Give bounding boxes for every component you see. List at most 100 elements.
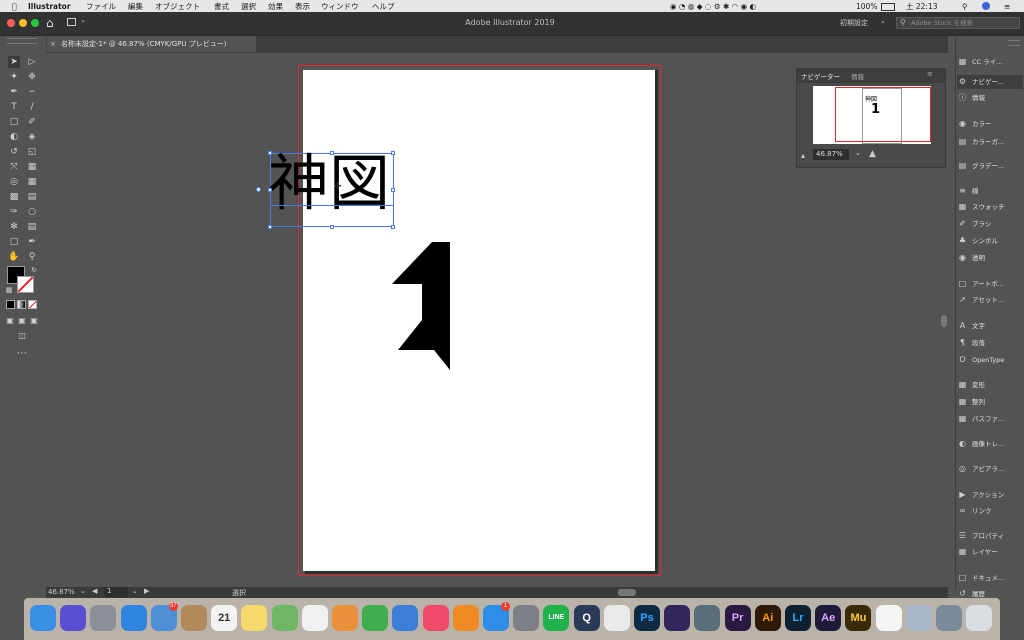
pages-icon[interactable] xyxy=(332,605,358,631)
zoom-in-icon[interactable]: ▲ xyxy=(869,149,876,159)
none-mode-icon[interactable] xyxy=(28,300,37,309)
status-tool-label[interactable]: 選択 xyxy=(232,588,246,598)
panel-menu-icon[interactable]: ≡ xyxy=(927,70,933,78)
user-avatar-icon[interactable] xyxy=(982,2,990,10)
dock-panel-item[interactable]: □ アートボ... xyxy=(957,277,1023,291)
contacts-icon[interactable] xyxy=(181,605,207,631)
home-icon[interactable]: ⌂ xyxy=(46,16,54,30)
tab-navigator[interactable]: ナビゲーター xyxy=(801,71,840,81)
books-icon[interactable] xyxy=(452,605,479,631)
menu-view[interactable]: 表示 xyxy=(295,1,310,12)
shaper-tool-icon[interactable]: ◐ xyxy=(8,131,20,143)
artboard-number-field[interactable]: 1 xyxy=(104,587,128,597)
aftereffects-icon[interactable]: Ae xyxy=(815,605,842,631)
illustrator-icon[interactable]: Ai xyxy=(754,605,781,631)
dock-panel-item[interactable]: ↗ アセット... xyxy=(957,293,1023,307)
muse-icon[interactable]: Mu xyxy=(845,605,872,631)
finder-icon[interactable] xyxy=(30,605,56,631)
app-menu[interactable]: Illustrator xyxy=(28,1,71,12)
notes-icon[interactable] xyxy=(241,605,268,631)
dock-panel-item[interactable]: ♣ シンボル xyxy=(957,234,1023,248)
trash-icon[interactable] xyxy=(966,605,993,631)
selection-handle[interactable] xyxy=(268,188,272,192)
shape-builder-tool-icon[interactable]: ◎ xyxy=(8,176,20,188)
symbol-sprayer-tool-icon[interactable]: ✻ xyxy=(8,221,20,233)
swap-colors-icon[interactable]: ↻ xyxy=(28,264,40,276)
dock-panel-item[interactable]: ✐ ブラシ xyxy=(957,217,1023,231)
perspective-grid-tool-icon[interactable]: ▦ xyxy=(26,176,38,188)
dock-panel-item[interactable]: ∞ リンク xyxy=(957,504,1023,518)
selection-handle[interactable] xyxy=(391,188,395,192)
first-artboard-icon[interactable]: ◀ xyxy=(92,587,97,595)
dock-panel-item[interactable]: ⚙ ナビゲー... xyxy=(957,75,1023,89)
selection-handle[interactable] xyxy=(391,225,395,229)
status-zoom[interactable]: 46.87% xyxy=(48,588,75,596)
menu-help[interactable]: ヘルプ xyxy=(372,1,395,12)
status-icons[interactable]: ◉ ◔ ◍ ◆ ◌ ⚙ ✱ ◠ ◉ ◐ xyxy=(670,1,756,12)
hand-tool-icon[interactable]: ✋ xyxy=(8,251,20,263)
selection-tool-icon[interactable]: ➤ xyxy=(8,56,20,68)
gradient-tool-icon[interactable]: ▤ xyxy=(26,191,38,203)
dock-panel-item[interactable]: □ ドキュメ... xyxy=(957,571,1023,585)
chevron-down-icon[interactable]: ⌄ xyxy=(80,587,86,595)
stock-search-field[interactable]: ⚲ Adobe Stock を検索 xyxy=(896,17,1020,29)
line-icon[interactable]: LINE xyxy=(543,605,570,631)
preview-icon[interactable] xyxy=(905,605,932,631)
magic-wand-tool-icon[interactable]: ✦ xyxy=(8,71,20,83)
rectangle-tool-icon[interactable]: □ xyxy=(8,116,20,128)
line-tool-icon[interactable]: ∕ xyxy=(26,101,38,113)
selection-handle[interactable] xyxy=(330,225,334,229)
notification-center-icon[interactable]: ≡ xyxy=(1004,1,1010,12)
dock-panel-item[interactable]: ▦ CC ライ... xyxy=(957,55,1023,69)
menu-window[interactable]: ウィンドウ xyxy=(321,1,359,12)
canvas-text-object[interactable]: 神図 xyxy=(268,152,390,216)
eraser-tool-icon[interactable]: ◈ xyxy=(26,131,38,143)
dock-panel-item[interactable]: ▤ グラデー... xyxy=(957,159,1023,173)
tab-info[interactable]: 情報 xyxy=(851,71,864,81)
vertical-scrollbar-thumb[interactable] xyxy=(941,315,947,327)
type-tool-icon[interactable]: T xyxy=(8,101,20,113)
chevron-down-icon[interactable]: ⌄ xyxy=(855,149,861,157)
eyedropper-tool-icon[interactable]: ✑ xyxy=(8,206,20,218)
dock-panel-item[interactable]: A 文字 xyxy=(957,319,1023,333)
selection-handle[interactable] xyxy=(268,151,272,155)
menu-select[interactable]: 選択 xyxy=(241,1,256,12)
draw-inside-icon[interactable]: ▣ xyxy=(28,315,40,327)
menu-effect[interactable]: 効果 xyxy=(268,1,283,12)
draw-behind-icon[interactable]: ▣ xyxy=(16,315,28,327)
gamepad-icon[interactable] xyxy=(694,605,721,631)
curvature-tool-icon[interactable]: ∽ xyxy=(26,86,38,98)
text-in-port-icon[interactable] xyxy=(256,187,261,192)
selection-handle[interactable] xyxy=(268,225,272,229)
scale-tool-icon[interactable]: ◱ xyxy=(26,146,38,158)
quicktime-icon[interactable]: Q xyxy=(573,605,600,631)
battery-icon[interactable] xyxy=(881,3,895,11)
dock-panel-item[interactable]: ▦ スウォッチ xyxy=(957,200,1023,214)
keynote-icon[interactable] xyxy=(392,605,419,631)
safari-icon[interactable] xyxy=(120,605,147,631)
chevron-down-icon[interactable]: ⌄ xyxy=(80,16,86,24)
dock-panel-item[interactable]: ◐ 画像トレ... xyxy=(957,437,1023,451)
paintbrush-tool-icon[interactable]: ✐ xyxy=(26,116,38,128)
maps-icon[interactable] xyxy=(271,605,298,631)
calendar-icon[interactable]: 21 xyxy=(211,605,238,631)
toolbar-grip[interactable] xyxy=(7,38,37,44)
zoom-out-icon[interactable]: ▴ xyxy=(801,151,805,160)
chevron-down-icon[interactable]: ⌄ xyxy=(880,17,886,25)
lasso-tool-icon[interactable]: ❉ xyxy=(26,71,38,83)
preferences-icon[interactable] xyxy=(513,605,540,631)
spotlight-icon[interactable]: ⚲ xyxy=(962,1,968,12)
dock-panel-item[interactable]: ⓘ 情報 xyxy=(957,91,1023,105)
menu-edit[interactable]: 編集 xyxy=(128,1,143,12)
default-colors-icon[interactable]: ▩ xyxy=(3,284,15,296)
navigator-zoom-field[interactable]: 46.87% xyxy=(813,149,849,160)
dock-panel-item[interactable]: ▦ 整列 xyxy=(957,395,1023,409)
mesh-tool-icon[interactable]: ▩ xyxy=(8,191,20,203)
menu-object[interactable]: オブジェクト xyxy=(155,1,200,12)
free-transform-tool-icon[interactable]: ▦ xyxy=(26,161,38,173)
dock-panel-item[interactable]: O OpenType xyxy=(957,353,1023,367)
clock[interactable]: 土 22:13 xyxy=(906,1,938,12)
gradient-mode-icon[interactable] xyxy=(17,300,26,309)
next-artboard-icon[interactable]: ▶ xyxy=(144,587,149,595)
dock-panel-item[interactable]: ◉ カラー xyxy=(957,117,1023,131)
